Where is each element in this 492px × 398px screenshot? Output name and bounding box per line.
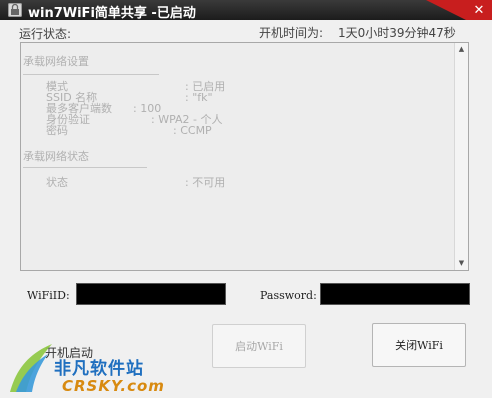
scroll-up-icon[interactable]: ▲ [455, 43, 468, 56]
app-lock-icon [8, 3, 22, 17]
scroll-down-icon[interactable]: ▼ [455, 257, 468, 270]
status-output-text: 承载网络设置 模式 : 已启用 SSID 名称 : "fk" 最多客户端数 : … [21, 43, 454, 270]
run-status-label: 运行状态: [19, 27, 72, 41]
close-button[interactable]: ✕ [466, 0, 492, 20]
watermark-text-en: CRSKY.com [62, 377, 165, 395]
section-divider [23, 74, 159, 75]
section-header-status: 承载网络状态 [23, 150, 89, 163]
vertical-scrollbar[interactable]: ▲ ▼ [454, 43, 468, 270]
stop-wifi-button[interactable]: 关闭WiFi [372, 323, 466, 367]
wifi-id-input[interactable] [76, 283, 226, 305]
status-output-box[interactable]: 承载网络设置 模式 : 已启用 SSID 名称 : "fk" 最多客户端数 : … [20, 42, 469, 271]
title-accent [426, 0, 466, 20]
password-label: Password: [260, 289, 317, 302]
log-value: : "fk" [185, 91, 213, 104]
wifi-id-label: WiFiID: [27, 289, 70, 302]
watermark-logo-icon [10, 344, 52, 392]
password-input[interactable] [320, 283, 470, 305]
section-header-settings: 承载网络设置 [23, 55, 89, 68]
window-title: win7WiFi简单共享 -已启动 [28, 6, 196, 21]
log-key: 密码 [46, 124, 68, 137]
title-bar: win7WiFi简单共享 -已启动 ✕ [0, 0, 492, 21]
uptime-label: 开机时间为: [259, 26, 324, 40]
watermark: 非凡软件站 CRSKY.com [0, 338, 165, 398]
log-value: : CCMP [173, 124, 212, 137]
watermark-text-cn: 非凡软件站 [54, 359, 144, 379]
start-wifi-button[interactable]: 启动WiFi [212, 324, 306, 368]
log-key: 状态 [46, 176, 68, 189]
section-divider [23, 167, 147, 168]
uptime-value: 1天0小时39分钟47秒 [338, 26, 456, 40]
log-value: : 不可用 [185, 176, 226, 189]
